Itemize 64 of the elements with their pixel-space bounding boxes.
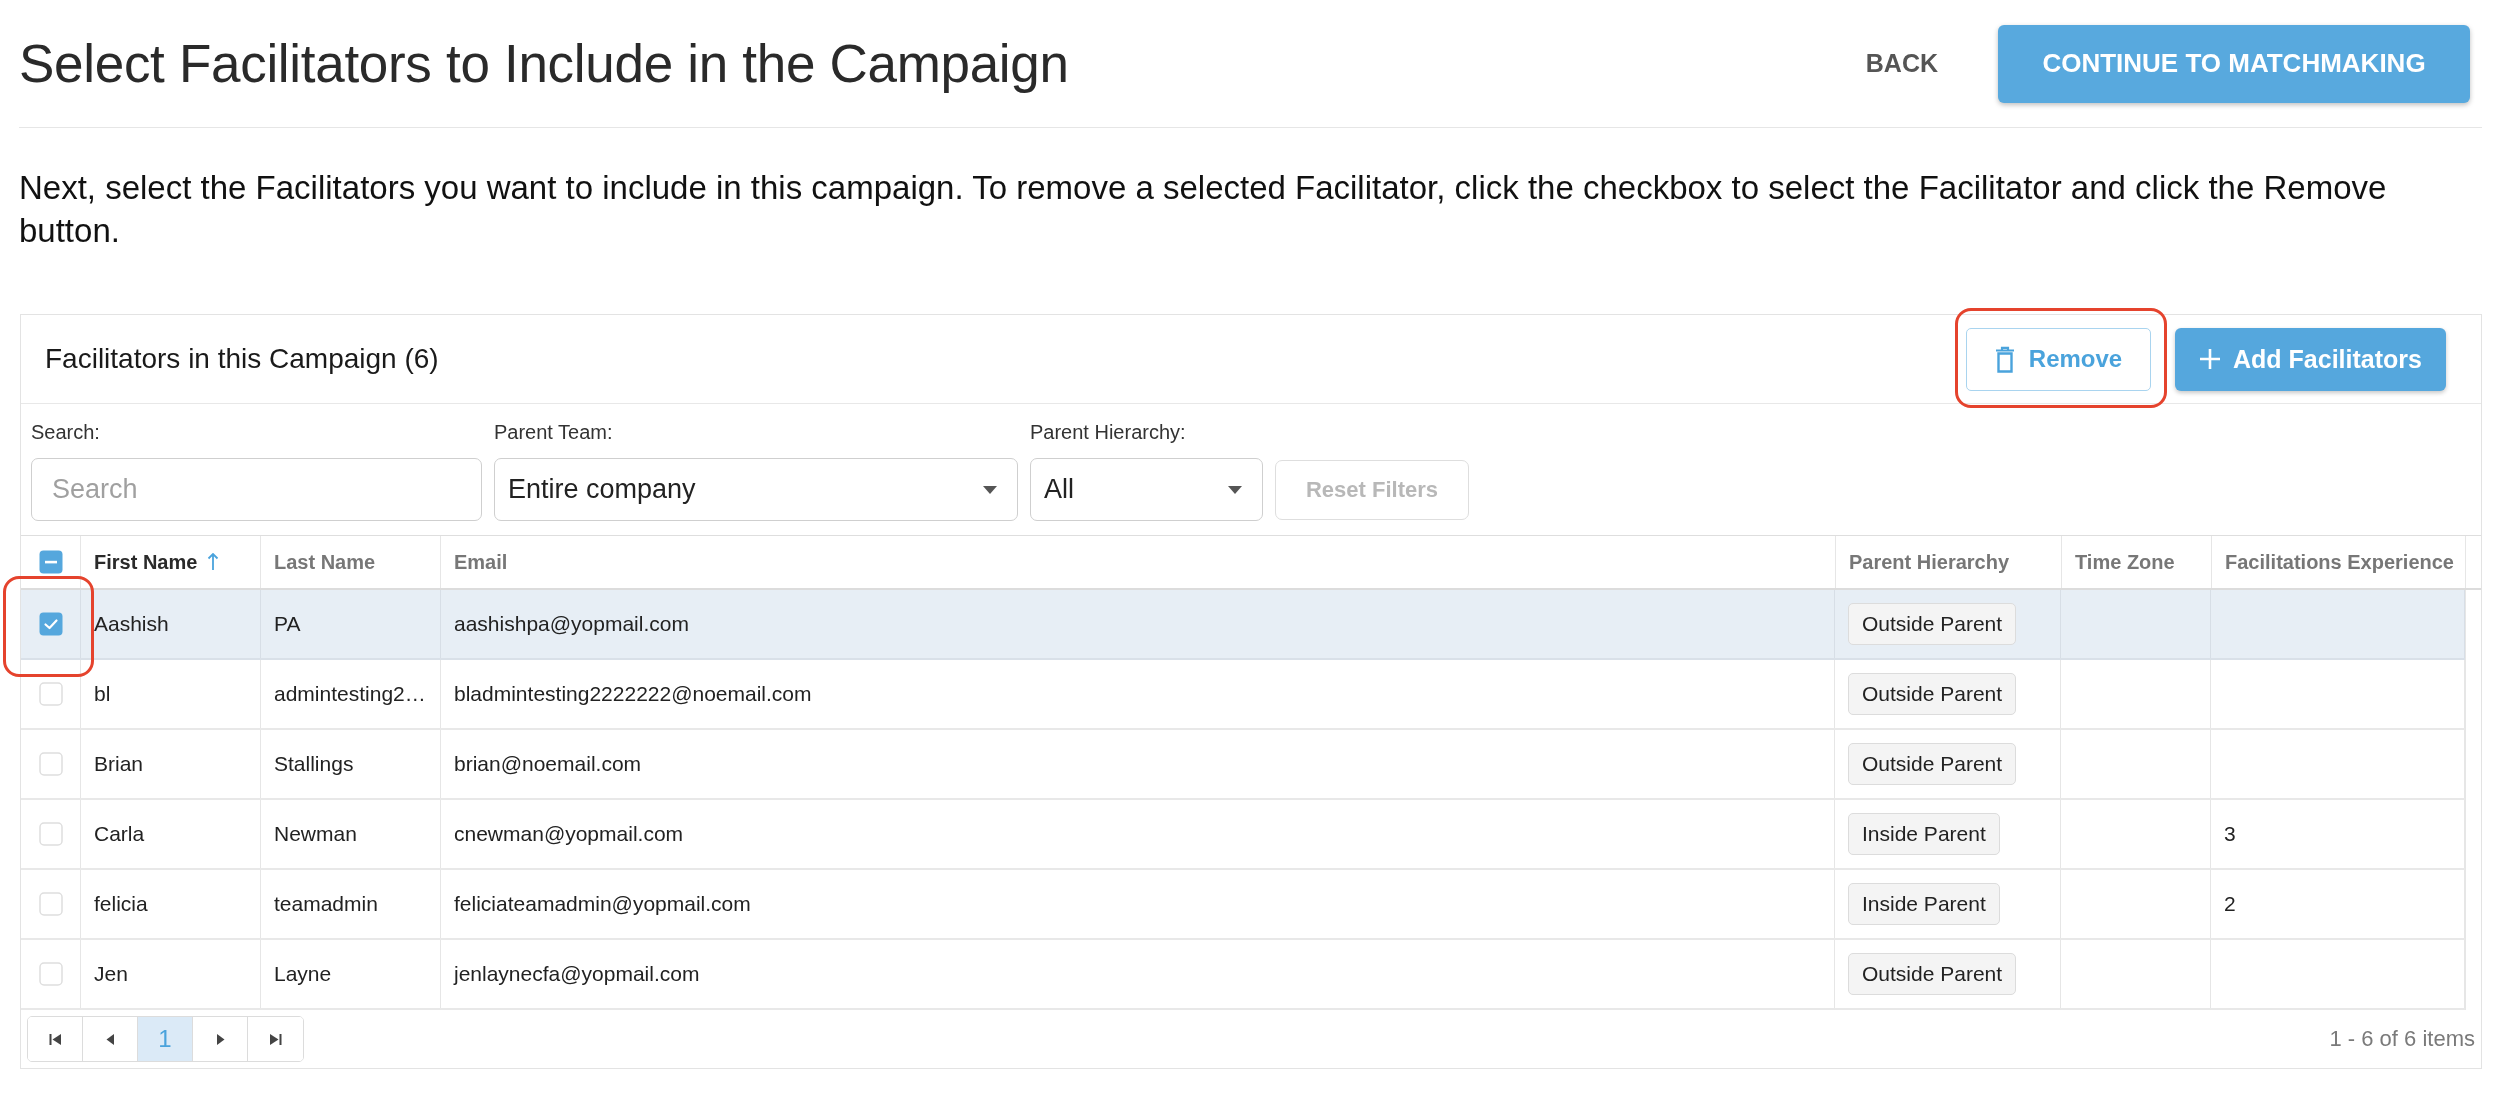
caret-icon <box>1228 485 1242 494</box>
first-page-button[interactable] <box>28 1017 83 1061</box>
table-cell: PA <box>261 590 441 658</box>
table-cell: brian@noemail.com <box>441 730 1835 798</box>
table-cell: Brian <box>81 730 261 798</box>
table-cell: Layne <box>261 940 441 1008</box>
select-all-checkbox[interactable] <box>38 550 63 574</box>
previous-icon <box>103 1032 117 1046</box>
hierarchy-tag: Outside Parent <box>1848 603 2017 645</box>
filter-label: Parent Team: <box>494 421 614 443</box>
first-page-icon <box>48 1032 62 1046</box>
filter-label: Parent Hierarchy: <box>1030 421 1187 443</box>
table-cell: bladmintesting2222222@noemail.com <box>441 660 1835 728</box>
hierarchy-tag: Outside Parent <box>1848 673 2017 715</box>
column-header[interactable]: Time Zone <box>2062 536 2212 588</box>
column-header[interactable]: Last Name <box>261 536 441 588</box>
sort-up-icon <box>207 553 220 571</box>
table-row[interactable]: Aashish PA aashishpa@yopmail.com Outside Parent <box>21 590 2465 660</box>
table-cell: 2 <box>2211 870 2465 938</box>
row-checkbox[interactable] <box>38 892 63 916</box>
table-cell: admintesting2… <box>261 660 441 728</box>
table-cell: jenlaynecfa@yopmail.com <box>441 940 1835 1008</box>
column-header[interactable]: Facilitations Experience <box>2212 536 2466 588</box>
hierarchy-tag: Outside Parent <box>1848 743 2017 785</box>
row-checkbox[interactable] <box>38 682 63 706</box>
pagination-summary: 1 - 6 of 6 items <box>2329 1026 2475 1052</box>
table-cell: aashishpa@yopmail.com <box>441 590 1835 658</box>
column-header[interactable]: Parent Hierarchy <box>1836 536 2062 588</box>
caret-icon <box>983 485 997 494</box>
page-button[interactable]: 1 <box>138 1017 193 1061</box>
table-cell: Newman <box>261 800 441 868</box>
filter-dropdown[interactable]: All <box>1030 458 1263 521</box>
table-cell: feliciateamadmin@yopmail.com <box>441 870 1835 938</box>
back-button[interactable]: BACK <box>1845 35 1958 92</box>
table-cell: Jen <box>81 940 261 1008</box>
hierarchy-tag: Outside Parent <box>1848 953 2017 995</box>
continue-button[interactable]: CONTINUE TO MATCHMAKING <box>1998 24 2470 103</box>
trash-icon <box>1994 345 2015 373</box>
add-facilitators-button[interactable]: Add Facilitators <box>2175 327 2446 391</box>
table-cell: 3 <box>2211 800 2465 868</box>
table-cell: Stallings <box>261 730 441 798</box>
hierarchy-tag: Inside Parent <box>1848 883 2000 925</box>
instructions-text: Next, select the Facilitators you want to include in this campaign. To remove a selected Facilitator, click the checkbox to select the Facilitator and click the Remove button. <box>19 168 2388 251</box>
column-header[interactable]: First Name <box>81 536 261 588</box>
page-title: Select Facilitators to Include in the Campaign <box>19 33 1070 94</box>
last-page-icon <box>269 1032 282 1046</box>
row-checkbox[interactable] <box>38 822 63 846</box>
table-cell: cnewman@yopmail.com <box>441 800 1835 868</box>
filter-label: Search: <box>31 421 101 443</box>
table-cell: bl <box>81 660 261 728</box>
filter-dropdown[interactable]: Entire company <box>494 458 1018 521</box>
row-checkbox[interactable] <box>38 612 63 636</box>
remove-button[interactable]: Remove <box>1966 327 2151 391</box>
panel-title: Facilitators in this Campaign (6) <box>45 343 439 375</box>
table-cell: Aashish <box>81 590 261 658</box>
column-header[interactable]: Email <box>441 536 1836 588</box>
table-cell: teamadmin <box>261 870 441 938</box>
search-field[interactable]: Search <box>31 458 482 521</box>
row-checkbox[interactable] <box>38 752 63 776</box>
row-checkbox[interactable] <box>38 962 63 986</box>
hierarchy-tag: Inside Parent <box>1848 813 2000 855</box>
table-cell: Carla <box>81 800 261 868</box>
table-cell: felicia <box>81 870 261 938</box>
plus-icon <box>2199 348 2222 370</box>
